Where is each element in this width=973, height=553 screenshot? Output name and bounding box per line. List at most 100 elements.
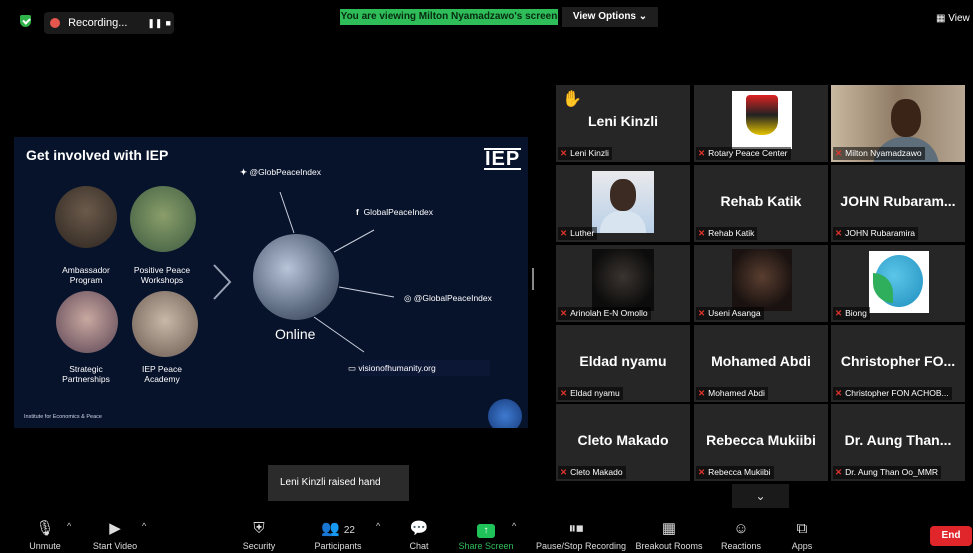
split-divider-handle[interactable] <box>532 268 534 290</box>
participant-name: Rehab Katik <box>708 228 755 238</box>
recording-indicator[interactable]: Recording... ❚❚ ■ <box>44 12 174 34</box>
online-devices-photo <box>253 234 339 320</box>
gallery-next-page-button[interactable]: ⌄ <box>732 484 789 508</box>
participant-tile[interactable]: ✕ Arinolah E-N Omollo <box>556 245 690 322</box>
participant-name-label: ✕ Useni Asanga <box>696 307 764 320</box>
arrow-website <box>313 316 365 353</box>
participant-name-label: ✕ Mohamed Abdi <box>696 387 768 400</box>
security-button[interactable]: ⛨ Security <box>219 520 299 551</box>
participant-display-name: Leni Kinzli <box>588 113 658 129</box>
participant-tile[interactable]: Eldad nyamu ✕ Eldad nyamu <box>556 325 690 402</box>
pause-stop-recording-button[interactable]: ⏸⏹ Pause/Stop Recording <box>536 520 626 551</box>
muted-mic-icon: ✕ <box>560 228 568 238</box>
participant-name: Arinolah E-N Omollo <box>570 308 648 318</box>
start-video-label: Start Video <box>92 541 138 551</box>
participant-name-label: ✕ Cleto Makado <box>558 466 626 479</box>
participant-name: Luther <box>570 228 595 238</box>
participant-video <box>732 91 792 149</box>
website-link: ▭ visionofhumanity.org <box>348 363 436 373</box>
muted-mic-icon: ✕ <box>698 228 706 238</box>
participant-name: Leni Kinzli <box>570 148 609 158</box>
participant-display-name: Dr. Aung Than... <box>844 432 952 448</box>
muted-mic-icon: ✕ <box>560 308 568 318</box>
stop-recording-icon[interactable]: ■ <box>162 15 174 31</box>
participant-name-label: ✕ Leni Kinzli <box>558 147 612 160</box>
muted-mic-icon: ✕ <box>698 467 706 477</box>
participant-tile[interactable]: Christopher FO... ✕ Christopher FON ACHOB.… <box>831 325 965 402</box>
security-shield-icon <box>20 15 31 27</box>
participant-name-label: ✕ Dr. Aung Than Oo_MMR <box>833 466 942 479</box>
unmute-button[interactable]: 🎙 Unmute <box>5 520 85 551</box>
breakout-rooms-label: Breakout Rooms <box>635 541 703 551</box>
participants-button[interactable]: 👥 22 Participants <box>298 520 378 551</box>
pause-recording-icon[interactable]: ❚❚ <box>147 15 162 31</box>
instagram-link: ◎ @GlobalPeaceIndex <box>404 293 492 303</box>
participant-video <box>592 249 654 311</box>
slide-footer: Institute for Economics & Peace <box>24 414 102 420</box>
view-options-button[interactable]: View Options ⌄ <box>562 7 658 27</box>
security-label: Security <box>242 541 276 551</box>
muted-mic-icon: ✕ <box>835 228 843 238</box>
participant-display-name: JOHN Rubaram... <box>840 193 956 209</box>
participant-name: Mohamed Abdi <box>708 388 765 398</box>
participant-name: Rotary Peace Center <box>708 148 788 158</box>
participant-tile[interactable]: ✕ Useni Asanga <box>694 245 828 322</box>
participant-name: Milton Nyamadzawo <box>845 148 922 158</box>
video-options-caret[interactable]: ^ <box>142 521 146 531</box>
end-meeting-button[interactable]: End <box>930 526 972 546</box>
muted-mic-icon: ✕ <box>560 467 568 477</box>
globe-emblem <box>488 399 522 428</box>
participant-name-label: ✕ Christopher FON ACHOB... <box>833 387 952 400</box>
participant-tile[interactable]: Dr. Aung Than... ✕ Dr. Aung Than Oo_MMR <box>831 404 965 481</box>
shared-screen: Get involved with IEP IEP Ambassador Pro… <box>14 137 528 428</box>
chevron-right-icon <box>213 264 232 300</box>
cloud-record-icon <box>50 18 61 28</box>
participant-name-label: ✕ Rotary Peace Center <box>696 147 791 160</box>
instagram-icon: ◎ <box>404 293 414 303</box>
viewing-screen-banner: You are viewing Milton Nyamadzawo's scre… <box>340 9 558 25</box>
share-screen-label: Share Screen <box>458 541 514 551</box>
shoulders <box>600 211 646 233</box>
participant-name-label: ✕ JOHN Rubaramira <box>833 227 919 240</box>
participant-tile[interactable]: ✋ Leni Kinzli ✕ Leni Kinzli <box>556 85 690 162</box>
participant-video <box>732 249 792 311</box>
participant-tile[interactable]: Rebecca Mukiibi ✕ Rebecca Mukiibi <box>694 404 828 481</box>
participant-name-label: ✕ Rebecca Mukiibi <box>696 466 774 479</box>
participant-tile[interactable]: ✕ Milton Nyamadzawo <box>831 85 965 162</box>
university-crest <box>746 95 778 135</box>
grid-icon: ▦ <box>936 13 949 24</box>
participant-name-label: ✕ Biong <box>833 307 870 320</box>
participant-tile[interactable]: JOHN Rubaram... ✕ JOHN Rubaramira <box>831 165 965 242</box>
audio-options-caret[interactable]: ^ <box>67 521 71 531</box>
share-screen-icon: ↑ <box>477 524 495 538</box>
muted-mic-icon: ✕ <box>698 148 706 158</box>
arrow-facebook <box>333 229 375 253</box>
participant-tile[interactable]: ✕ Luther <box>556 165 690 242</box>
participant-name-label: ✕ Luther <box>558 227 598 240</box>
participant-tile[interactable]: ✕ Biong <box>831 245 965 322</box>
muted-mic-icon: ✕ <box>835 308 843 318</box>
participant-tile[interactable]: Rehab Katik ✕ Rehab Katik <box>694 165 828 242</box>
apps-button[interactable]: ⧉ Apps <box>762 520 842 551</box>
participant-tile[interactable]: Mohamed Abdi ✕ Mohamed Abdi <box>694 325 828 402</box>
muted-mic-icon: ✕ <box>698 308 706 318</box>
share-options-caret[interactable]: ^ <box>512 521 516 531</box>
participant-name: Rebecca Mukiibi <box>708 467 771 477</box>
participant-name-label: ✕ Rehab Katik <box>696 227 758 240</box>
participant-name-label: ✕ Milton Nyamadzawo <box>833 147 925 160</box>
facebook-link: f GlobalPeaceIndex <box>356 207 434 217</box>
muted-mic-icon: 🎙 <box>35 520 55 537</box>
participant-name: Eldad nyamu <box>570 388 620 398</box>
pause-stop-icon: ⏸⏹ <box>568 520 584 537</box>
facebook-icon: f <box>356 207 364 217</box>
participant-tile[interactable]: Cleto Makado ✕ Cleto Makado <box>556 404 690 481</box>
breakout-rooms-button[interactable]: ▦ Breakout Rooms <box>629 520 709 551</box>
participant-tile[interactable]: ✕ Rotary Peace Center <box>694 85 828 162</box>
unmute-label: Unmute <box>29 541 61 551</box>
muted-mic-icon: ✕ <box>560 388 568 398</box>
arrow-instagram <box>338 286 395 298</box>
arrow-twitter <box>279 191 295 234</box>
view-button[interactable]: ▦ View <box>936 13 970 24</box>
shield-icon: ⛨ <box>253 520 265 537</box>
participant-name-label: ✕ Eldad nyamu <box>558 387 623 400</box>
